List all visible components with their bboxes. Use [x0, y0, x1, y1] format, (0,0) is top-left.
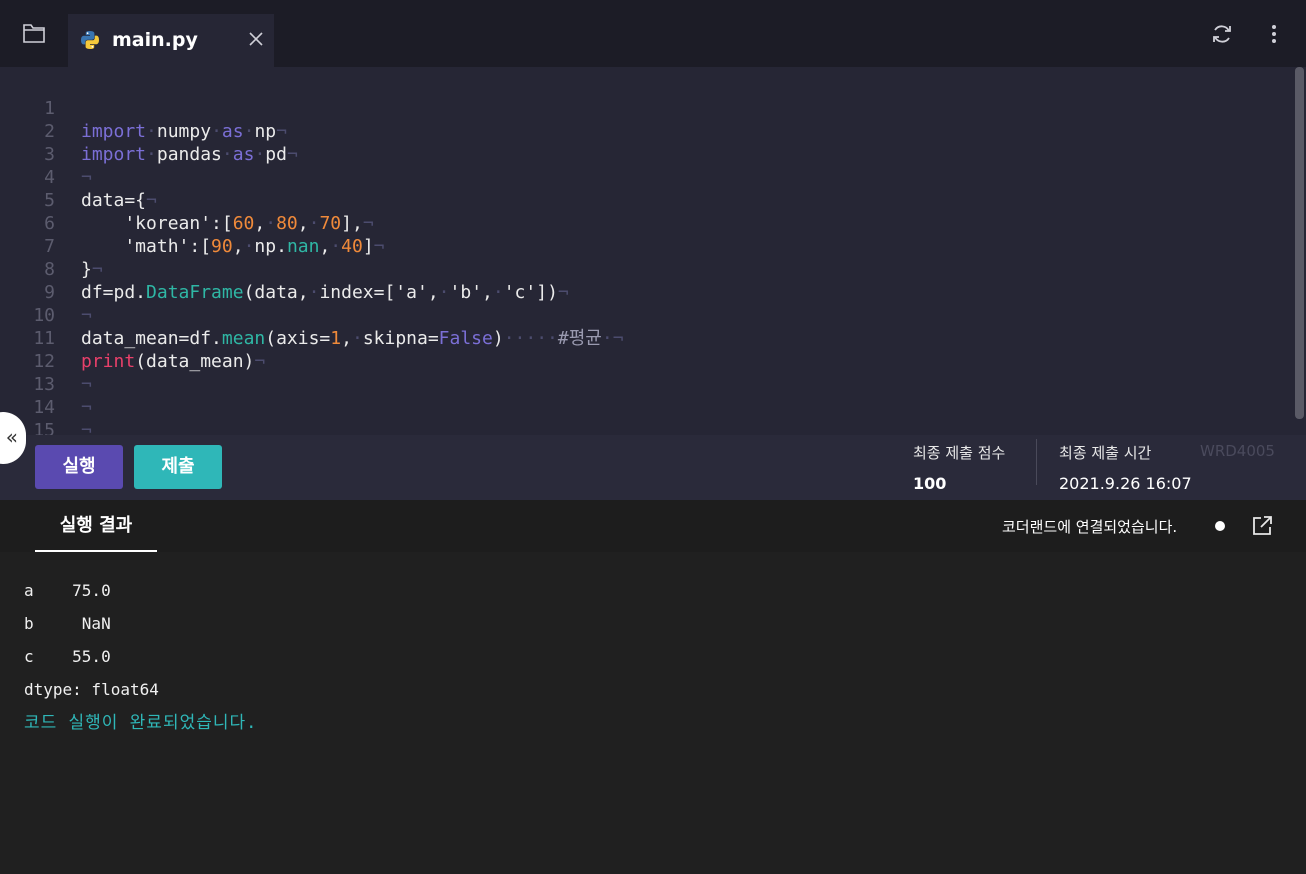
- code-line[interactable]: 11 print(data_mean)¬: [0, 304, 1290, 372]
- code-line[interactable]: 4 data={¬: [0, 143, 1290, 211]
- final-score-value: 100: [913, 474, 947, 493]
- folder-icon[interactable]: [22, 22, 46, 44]
- status-dot-icon: [1215, 521, 1225, 531]
- output-line: dtype: float64: [24, 680, 159, 699]
- file-tab[interactable]: main.py: [68, 14, 274, 67]
- completion-message: 코드 실행이 완료되었습니다.: [24, 713, 258, 733]
- python-icon: [81, 31, 99, 49]
- connection-status: 코더랜드에 연결되었습니다.: [1002, 518, 1178, 536]
- code-line[interactable]: 9 ¬: [0, 258, 1290, 326]
- code-line[interactable]: 12 ¬: [0, 327, 1290, 395]
- code-line[interactable]: 3 ¬: [0, 120, 1290, 188]
- action-bar: 실행 제출 최종 제출 점수 100 최종 제출 시간 2021.9.26 16…: [0, 435, 1306, 500]
- output-line: a 75.0: [24, 581, 111, 600]
- run-button[interactable]: 실행: [35, 445, 123, 489]
- external-link-icon[interactable]: [1250, 514, 1274, 538]
- code-line[interactable]: 8 df=pd.DataFrame(data,·index=['a',·'b',…: [0, 235, 1290, 303]
- output-line: c 55.0: [24, 647, 111, 666]
- top-bar: main.py: [0, 0, 1306, 67]
- refresh-icon[interactable]: [1210, 22, 1234, 46]
- more-vertical-icon[interactable]: [1264, 22, 1284, 46]
- output-console: a 75.0 b NaN c 55.0 dtype: float64 코드 실행…: [0, 552, 1306, 874]
- problem-code: WRD4005: [1200, 442, 1275, 460]
- code-line[interactable]: 16 ¬: [0, 419, 1290, 435]
- code-line[interactable]: 6 'math':[90,·np.nan,·40]¬: [0, 189, 1290, 257]
- stats-divider: [1036, 439, 1037, 485]
- tab-title: main.py: [112, 29, 198, 51]
- editor-scrollbar[interactable]: [1295, 67, 1304, 419]
- final-time-value: 2021.9.26 16:07: [1059, 474, 1192, 493]
- tab-run-result[interactable]: 실행 결과: [35, 500, 157, 552]
- code-line[interactable]: 2 import·pandas·as·pd¬: [0, 97, 1290, 165]
- code-line[interactable]: 13 ¬: [0, 350, 1290, 418]
- code-line[interactable]: 1 import·numpy·as·np¬: [0, 74, 1290, 142]
- output-line: b NaN: [24, 614, 111, 633]
- code-line[interactable]: 7 }¬: [0, 212, 1290, 280]
- close-icon[interactable]: [248, 31, 264, 47]
- code-line[interactable]: 10 data_mean=df.mean(axis=1,·skipna=Fals…: [0, 281, 1290, 349]
- final-score-label: 최종 제출 점수: [913, 444, 1006, 462]
- code-line[interactable]: 14 ¬: [0, 373, 1290, 435]
- code-line[interactable]: 5 'korean':[60,·80,·70],¬: [0, 166, 1290, 234]
- code-editor[interactable]: 1 import·numpy·as·np¬ 2 import·pandas·as…: [0, 67, 1306, 435]
- code-line[interactable]: 15 ¬: [0, 396, 1290, 435]
- final-time-label: 최종 제출 시간: [1059, 444, 1152, 462]
- result-header: 실행 결과 코더랜드에 연결되었습니다.: [0, 500, 1306, 552]
- submit-button[interactable]: 제출: [134, 445, 222, 489]
